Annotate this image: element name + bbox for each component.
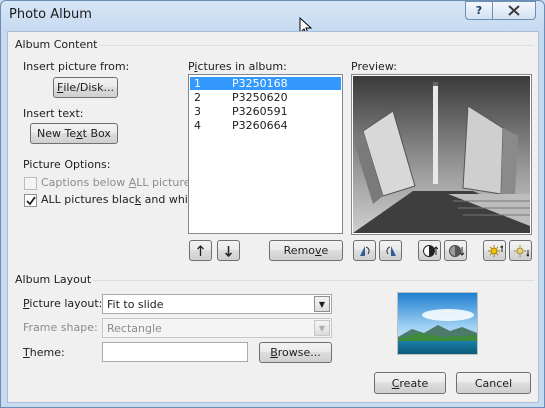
rotate-left-button[interactable] [353, 240, 376, 261]
pictures-listbox[interactable]: 1 P3250168 2 P3250620 3 P3260591 4 P3260664 [188, 74, 343, 234]
pictures-in-album-label: Pictures in album: [188, 60, 287, 73]
more-contrast-button[interactable] [418, 240, 441, 261]
layout-preview-thumbnail [397, 292, 478, 355]
remove-button[interactable]: Remo v e [269, 240, 343, 261]
picture-layout-label: Picture layout: [23, 297, 103, 310]
frame-shape-label: Frame shape: [23, 321, 98, 334]
rotate-right-icon [385, 245, 396, 256]
chevron-down-icon: ▼ [314, 320, 330, 336]
checkmark-icon [26, 196, 36, 206]
rotate-left-icon [359, 245, 370, 256]
create-button[interactable]: Create [374, 372, 446, 394]
photo-album-dialog: Photo Album ? Album Content Insert pictu… [0, 0, 545, 408]
list-item[interactable]: 3 P3260591 [190, 105, 341, 118]
list-item[interactable]: 1 P3250168 [190, 77, 341, 90]
list-item[interactable]: 2 P3250620 [190, 91, 341, 104]
preview-label: Preview: [351, 60, 397, 73]
insert-picture-label: Insert picture from: [23, 60, 130, 73]
move-up-button[interactable] [189, 240, 212, 261]
captions-checkbox[interactable] [24, 177, 37, 190]
more-brightness-button[interactable] [483, 240, 506, 261]
insert-text-label: Insert text: [23, 107, 84, 120]
theme-input[interactable] [102, 342, 248, 362]
close-button[interactable] [492, 1, 536, 20]
contrast-down-icon [448, 244, 464, 257]
black-white-checkbox[interactable] [24, 194, 37, 207]
black-white-checkbox-label: ALL pictures black and white [41, 193, 199, 206]
close-icon [508, 5, 520, 16]
file-disk-button[interactable]: File/Disk... [53, 77, 118, 98]
less-brightness-button[interactable] [509, 240, 532, 261]
arrow-down-icon [224, 245, 233, 257]
dialog-body: Album Content Insert picture from: File/… [7, 31, 539, 403]
preview-image [353, 76, 530, 233]
brightness-down-icon [513, 244, 529, 257]
album-layout-group-label: Album Layout [13, 273, 94, 286]
move-down-button[interactable] [217, 240, 240, 261]
arrow-up-icon [197, 244, 204, 256]
help-icon: ? [475, 4, 483, 17]
contrast-up-icon [422, 244, 438, 257]
less-contrast-button[interactable] [444, 240, 467, 261]
brightness-up-icon [487, 244, 503, 257]
rotate-right-button[interactable] [379, 240, 402, 261]
browse-button[interactable]: Browse... [259, 342, 332, 363]
preview-pane [351, 74, 532, 235]
title-bar[interactable]: Photo Album ? [1, 1, 544, 37]
theme-label: Theme: [23, 346, 65, 359]
picture-layout-select[interactable]: Fit to slide ▼ [102, 294, 332, 314]
picture-options-label: Picture Options: [23, 158, 111, 171]
cancel-button[interactable]: Cancel [456, 372, 531, 394]
new-text-box-button[interactable]: New Te x t Box [30, 123, 118, 144]
list-item[interactable]: 4 P3260664 [190, 119, 341, 132]
captions-checkbox-label: Captions below ALL pictures [41, 176, 197, 189]
help-button[interactable]: ? [465, 1, 493, 20]
album-content-group-label: Album Content [13, 38, 100, 51]
frame-shape-select[interactable]: Rectangle ▼ [102, 318, 332, 338]
landscape-thumbnail-image [398, 293, 477, 354]
dialog-title: Photo Album [9, 7, 92, 22]
chevron-down-icon: ▼ [314, 296, 330, 312]
